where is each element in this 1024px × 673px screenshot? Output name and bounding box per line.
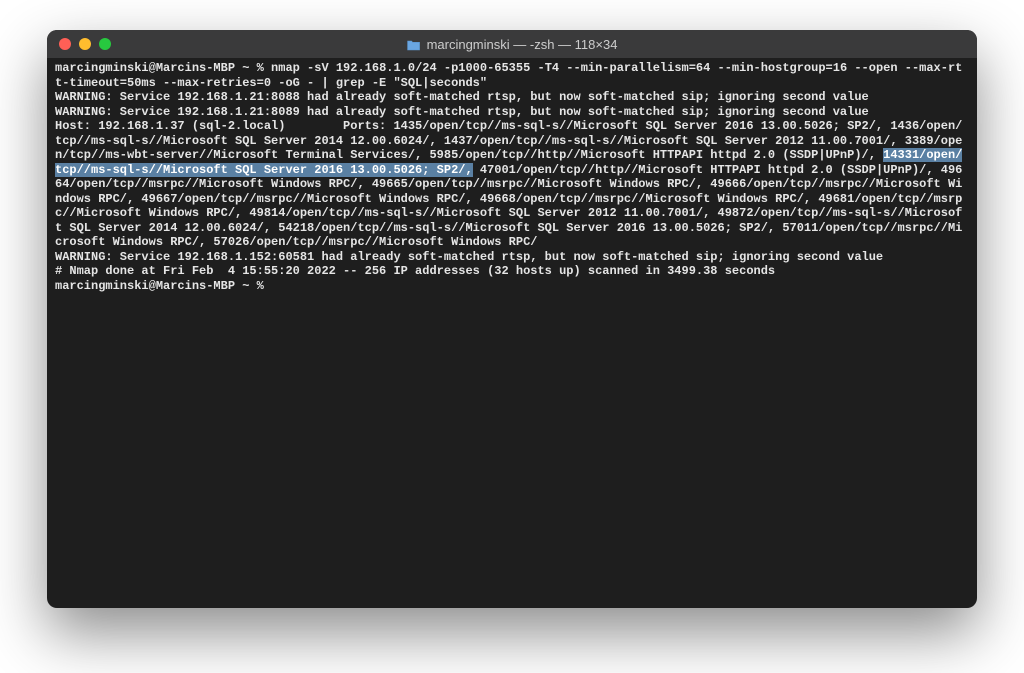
output-done: # Nmap done at Fri Feb 4 15:55:20 2022 -… (55, 264, 969, 279)
maximize-icon[interactable] (99, 38, 111, 50)
terminal-window: marcingminski — -zsh — 118×34 marcingmin… (47, 30, 977, 608)
folder-icon (407, 39, 421, 50)
prompt-idle: marcingminski@Marcins-MBP ~ % (55, 279, 969, 294)
host-output-pre: Host: 192.168.1.37 (sql-2.local) Ports: … (55, 119, 962, 162)
command-line: marcingminski@Marcins-MBP ~ % nmap -sV 1… (55, 61, 969, 90)
close-icon[interactable] (59, 38, 71, 50)
prompt: marcingminski@Marcins-MBP ~ % (55, 61, 271, 75)
output-host-line: Host: 192.168.1.37 (sql-2.local) Ports: … (55, 119, 969, 250)
terminal-body[interactable]: marcingminski@Marcins-MBP ~ % nmap -sV 1… (47, 58, 977, 608)
minimize-icon[interactable] (79, 38, 91, 50)
traffic-lights (59, 38, 111, 50)
output-warning-2: WARNING: Service 192.168.1.21:8089 had a… (55, 105, 969, 120)
titlebar: marcingminski — -zsh — 118×34 (47, 30, 977, 58)
output-warning-3: WARNING: Service 192.168.1.152:60581 had… (55, 250, 969, 265)
window-title-text: marcingminski — -zsh — 118×34 (427, 37, 618, 52)
output-warning-1: WARNING: Service 192.168.1.21:8088 had a… (55, 90, 969, 105)
window-title: marcingminski — -zsh — 118×34 (407, 37, 618, 52)
